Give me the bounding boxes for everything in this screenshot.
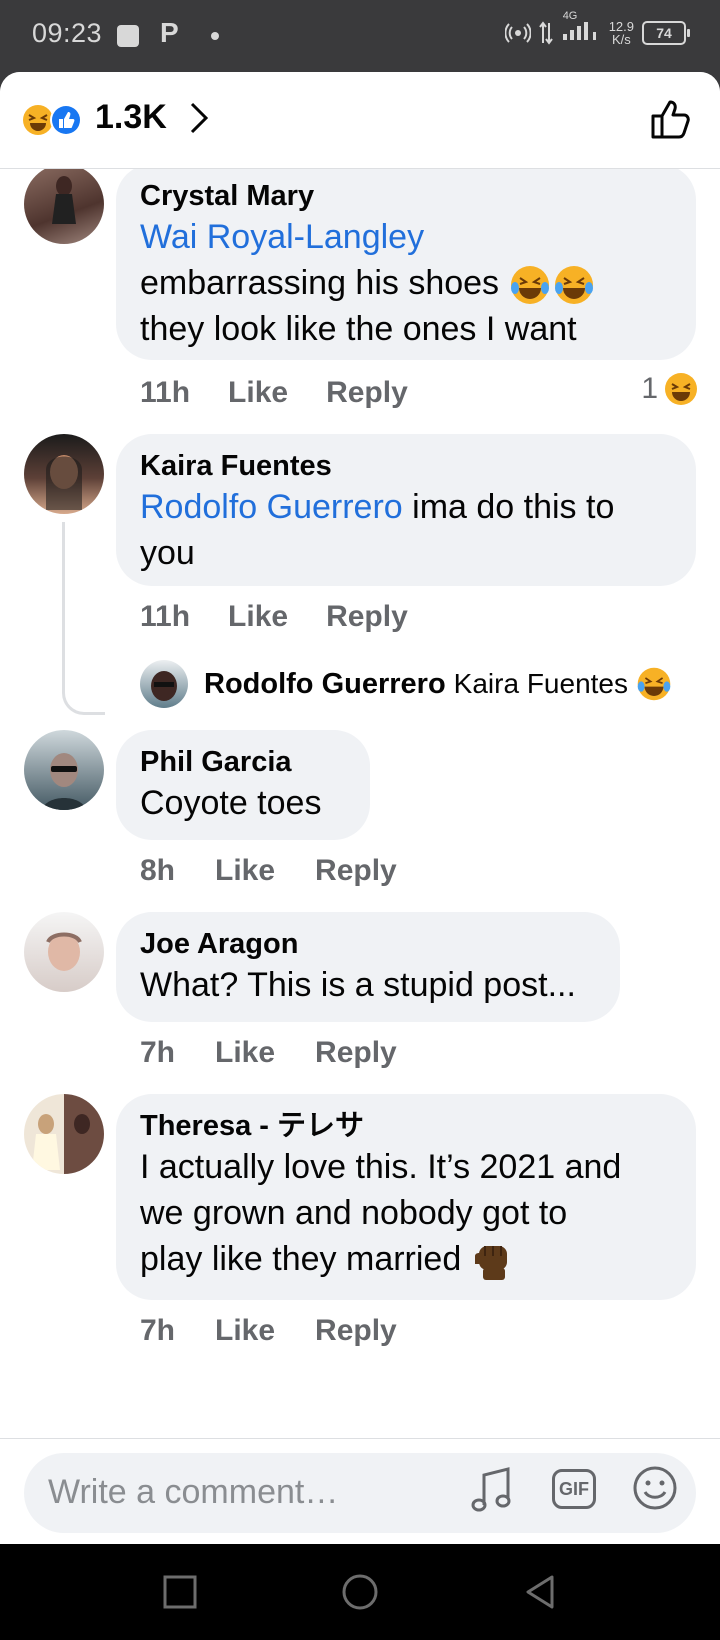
smiley-icon[interactable] [632,1465,678,1511]
status-time: 09:23 [32,18,103,48]
reactions-header[interactable]: 1.3K [0,72,720,169]
reply-button[interactable]: Reply [326,376,408,410]
comment-composer: Write a comment… GIF [0,1438,720,1544]
comment-author[interactable]: Theresa - テレサ [140,1108,672,1144]
avatar[interactable] [24,730,104,810]
like-button[interactable]: Like [215,1036,275,1070]
hotspot-icon [504,22,531,43]
gif-icon[interactable]: GIF [552,1469,596,1509]
back-icon[interactable] [522,1574,558,1610]
haha-reaction-icon [665,373,697,405]
raised-fist-icon [474,1246,507,1281]
mention-link[interactable]: Wai Royal-Langley [140,218,424,256]
more-notifications-dot [211,32,219,40]
status-bar: 09:23 P 4G 12.9 K/s 74 [0,0,720,72]
comment-reaction-count: 1 [641,372,658,405]
reply-preview[interactable]: Rodolfo Guerrero Kaira Fuentes [140,660,672,708]
speed-unit: K/s [611,31,631,47]
comment-time[interactable]: 7h [140,1036,175,1070]
comment-text: Coyote toes [140,784,322,822]
net-type: 4G [562,10,578,22]
comment-text: they look like the ones I want [140,310,577,349]
reply-author[interactable]: Rodolfo Guerrero [204,668,446,701]
like-button[interactable]: Like [215,854,275,888]
thumbs-up-icon[interactable] [650,98,692,140]
like-button[interactable]: Like [215,1314,275,1348]
haha-reaction-icon [23,104,82,136]
mention-link[interactable]: Rodolfo Guerrero [140,488,403,526]
comment-bubble[interactable]: Joe Aragon What? This is a stupid post..… [116,912,620,1022]
comment-bubble[interactable]: Theresa - テレサ I actually love this. It’s… [116,1094,696,1300]
recents-icon[interactable] [162,1574,198,1610]
comment-actions: 11h Like Reply [140,376,408,410]
speed-readout: 12.9 K/s [609,20,634,46]
comment-bubble[interactable]: Crystal Mary Wai Royal-Langley embarrass… [116,164,696,360]
status-right: 4G 12.9 K/s 74 [504,10,690,47]
chevron-right-icon[interactable] [188,100,210,136]
data-arrows-icon [538,20,553,45]
music-note-icon[interactable] [470,1465,514,1515]
comment-actions: 7h Like Reply [140,1314,397,1348]
comment-text: we grown and nobody got to [140,1194,568,1232]
avatar[interactable] [24,1094,104,1174]
comment-author[interactable]: Kaira Fuentes [140,448,672,484]
comment-author[interactable]: Joe Aragon [140,926,596,962]
comment-text: you [140,534,195,572]
reaction-count[interactable]: 1.3K [95,98,167,137]
avatar[interactable] [24,912,104,992]
comment-actions: 7h Like Reply [140,1036,397,1070]
comment-time[interactable]: 7h [140,1314,175,1348]
tears-of-joy-icon [510,266,593,305]
comment-actions: 8h Like Reply [140,854,397,888]
avatar[interactable] [140,660,188,708]
reply-button[interactable]: Reply [315,854,397,888]
comment-time[interactable]: 11h [140,600,190,634]
signal-icon: 4G [561,10,601,47]
reply-text: Kaira Fuentes [453,668,628,699]
thread-line [62,522,105,715]
comments-sheet: 1.3K Crystal Mary Wai Royal-Langley emba… [0,72,720,1544]
comment-text: What? This is a stupid post... [140,966,576,1004]
comment-text: ima do this to [412,488,615,526]
comment-author[interactable]: Phil Garcia [140,744,346,780]
comment-actions: 11h Like Reply [140,600,408,634]
avatar[interactable] [24,434,104,514]
comment-time[interactable]: 11h [140,376,190,410]
comment-text: embarrassing his shoes [140,264,500,302]
notification-icon [117,25,139,47]
tears-of-joy-icon [637,667,671,701]
comment-text: play like they married [140,1240,462,1278]
comment-author[interactable]: Crystal Mary [140,178,672,214]
comment-bubble[interactable]: Phil Garcia Coyote toes [116,730,370,840]
like-button[interactable]: Like [228,376,288,410]
system-nav-bar [0,1544,720,1640]
reply-button[interactable]: Reply [315,1036,397,1070]
comment-text: I actually love this. It’s 2021 and [140,1148,622,1186]
comment-reactions[interactable]: 1 [641,372,698,406]
home-icon[interactable] [340,1574,380,1614]
battery-icon: 74 [642,20,690,45]
comment-placeholder: Write a comment… [48,1473,339,1511]
reply-button[interactable]: Reply [315,1314,397,1348]
avatar[interactable] [24,164,104,244]
comment-bubble[interactable]: Kaira Fuentes Rodolfo Guerrero ima do th… [116,434,696,586]
like-button[interactable]: Like [228,600,288,634]
parking-icon: P [160,17,179,48]
reply-button[interactable]: Reply [326,600,408,634]
comment-time[interactable]: 8h [140,854,175,888]
